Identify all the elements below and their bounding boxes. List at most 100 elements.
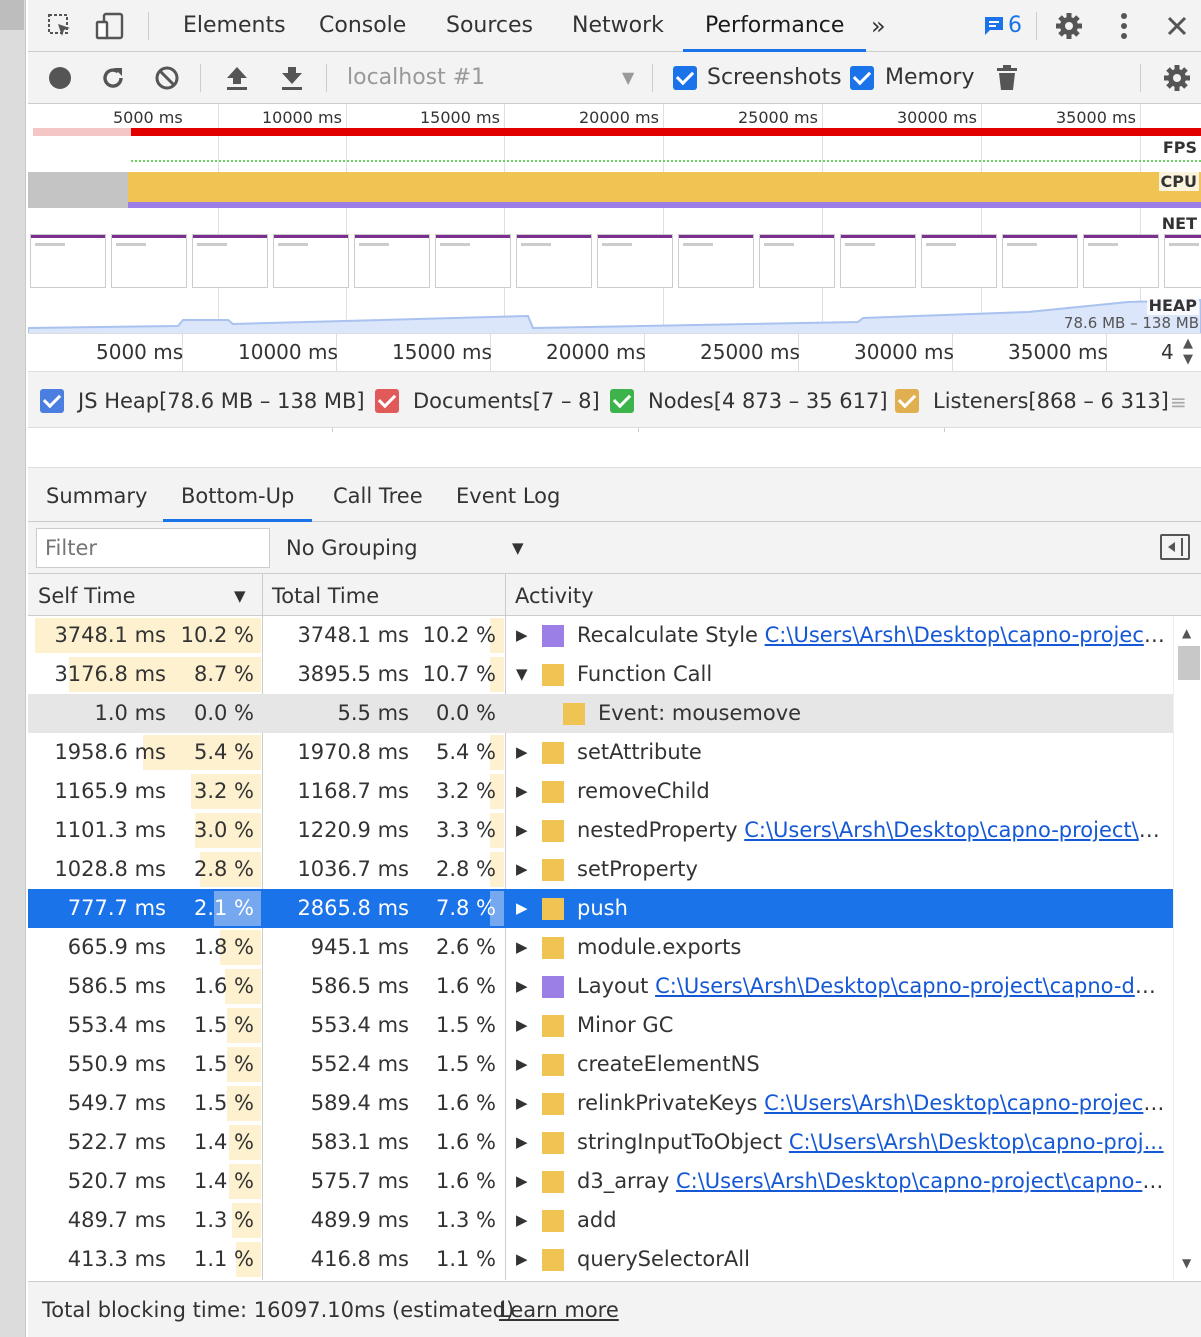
- settings-gear-icon[interactable]: [1053, 10, 1085, 42]
- source-link[interactable]: C:\Users\Arsh\Desktop\capno-project\capn…: [655, 974, 1165, 998]
- expand-right-icon[interactable]: ▶: [516, 1006, 528, 1045]
- garbage-collect-icon[interactable]: [991, 62, 1023, 94]
- table-row[interactable]: 1165.9 ms 3.2 % 1168.7 ms 3.2 % ▶ removeChild: [28, 772, 1173, 811]
- counter-documents[interactable]: Documents[7 – 8]: [375, 388, 600, 414]
- screenshot-thumbnail[interactable]: [1164, 234, 1201, 288]
- expand-right-icon[interactable]: ▶: [516, 1123, 528, 1162]
- screenshot-thumbnail[interactable]: [30, 234, 106, 288]
- js-heap-checkbox[interactable]: [40, 389, 64, 413]
- table-row[interactable]: 1101.3 ms 3.0 % 1220.9 ms 3.3 % ▶ nestedPrope…: [28, 811, 1173, 850]
- more-tabs-icon[interactable]: »: [871, 0, 886, 52]
- tab-elements[interactable]: Elements: [183, 0, 286, 52]
- chevron-down-icon[interactable]: ▼: [512, 522, 524, 574]
- table-row[interactable]: 1958.6 ms 5.4 % 1970.8 ms 5.4 % ▶ setAttribut…: [28, 733, 1173, 772]
- table-row[interactable]: 1028.8 ms 2.8 % 1036.7 ms 2.8 % ▶ setProperty: [28, 850, 1173, 889]
- expand-right-icon[interactable]: ▶: [516, 1240, 528, 1279]
- table-row[interactable]: 489.7 ms 1.3 % 489.9 ms 1.3 % ▶ add: [28, 1201, 1173, 1240]
- table-row[interactable]: 550.9 ms 1.5 % 552.4 ms 1.5 % ▶ createElement…: [28, 1045, 1173, 1084]
- table-row[interactable]: 1.0 ms 0.0 % 5.5 ms 0.0 % Event: mousemove: [28, 694, 1173, 733]
- screenshot-thumbnail[interactable]: [759, 234, 835, 288]
- table-row[interactable]: 3176.8 ms 8.7 % 3895.5 ms 10.7 % ▼ Function C…: [28, 655, 1173, 694]
- screenshot-thumbnail[interactable]: [678, 234, 754, 288]
- expand-right-icon[interactable]: ▶: [516, 1084, 528, 1123]
- more-options-icon[interactable]: [1108, 10, 1140, 42]
- memory-checkbox[interactable]: [850, 66, 874, 90]
- screenshot-thumbnail[interactable]: [354, 234, 430, 288]
- tab-console[interactable]: Console: [319, 0, 406, 52]
- counter-nodes[interactable]: Nodes[4 873 – 35 617]: [610, 388, 888, 414]
- learn-more-link[interactable]: Learn more: [499, 1298, 619, 1322]
- counter-js-heap[interactable]: JS Heap[78.6 MB – 138 MB]: [40, 388, 365, 414]
- timeline-overview[interactable]: 5000 ms 10000 ms 15000 ms 20000 ms 25000…: [28, 104, 1201, 334]
- documents-checkbox[interactable]: [375, 389, 399, 413]
- tab-summary[interactable]: Summary: [46, 468, 147, 522]
- filter-input[interactable]: [36, 528, 270, 568]
- column-total-time[interactable]: Total Time: [272, 574, 379, 616]
- tab-network[interactable]: Network: [572, 0, 664, 52]
- screenshot-thumbnail[interactable]: [1083, 234, 1159, 288]
- device-toolbar-icon[interactable]: [94, 10, 126, 42]
- clear-icon[interactable]: [151, 62, 183, 94]
- close-icon[interactable]: [1161, 10, 1193, 42]
- tab-event-log[interactable]: Event Log: [456, 468, 560, 522]
- tab-bottom-up[interactable]: Bottom-Up: [162, 468, 313, 522]
- screenshot-thumbnail[interactable]: [111, 234, 187, 288]
- scrollbar-thumb[interactable]: [1178, 646, 1200, 680]
- grouping-select[interactable]: No Grouping: [286, 522, 418, 574]
- expand-right-icon[interactable]: ▶: [516, 733, 528, 772]
- expand-right-icon[interactable]: ▶: [516, 1162, 528, 1201]
- issues-count[interactable]: 6: [1008, 0, 1022, 52]
- inspect-element-icon[interactable]: [44, 10, 76, 42]
- column-activity[interactable]: Activity: [515, 574, 594, 616]
- source-link[interactable]: C:\Users\Arsh\Desktop\capno-proj...: [789, 1130, 1164, 1154]
- screenshot-thumbnail[interactable]: [597, 234, 673, 288]
- screenshot-thumbnail[interactable]: [273, 234, 349, 288]
- table-row[interactable]: 665.9 ms 1.8 % 945.1 ms 2.6 % ▶ module.export…: [28, 928, 1173, 967]
- tab-performance[interactable]: Performance: [682, 0, 867, 52]
- expand-right-icon[interactable]: ▶: [516, 928, 528, 967]
- screenshot-thumbnail[interactable]: [840, 234, 916, 288]
- source-link[interactable]: C:\Users\Arsh\Desktop\capno-project\c...: [744, 818, 1165, 842]
- expand-right-icon[interactable]: ▶: [516, 850, 528, 889]
- drag-handle-icon[interactable]: ≡: [1170, 390, 1187, 414]
- reload-record-icon[interactable]: [97, 62, 129, 94]
- expand-down-icon[interactable]: ▼: [516, 655, 528, 694]
- table-row[interactable]: 520.7 ms 1.4 % 575.7 ms 1.6 % ▶ d3_array C:\U…: [28, 1162, 1173, 1201]
- expand-right-icon[interactable]: ▶: [516, 1045, 528, 1084]
- table-row[interactable]: 586.5 ms 1.6 % 586.5 ms 1.6 % ▶ Layout C:\Use…: [28, 967, 1173, 1006]
- table-row[interactable]: 3748.1 ms 10.2 % 3748.1 ms 10.2 % ▶ Recalcula…: [28, 616, 1173, 655]
- table-row[interactable]: 549.7 ms 1.5 % 589.4 ms 1.6 % ▶ relinkPrivate…: [28, 1084, 1173, 1123]
- table-row[interactable]: 413.3 ms 1.1 % 416.8 ms 1.1 % ▶ querySelector…: [28, 1240, 1173, 1279]
- capture-settings-gear-icon[interactable]: [1161, 62, 1193, 94]
- toggle-sidebar-icon[interactable]: [1160, 534, 1190, 560]
- chevron-down-icon[interactable]: ▼: [622, 52, 634, 104]
- source-link[interactable]: C:\Users\Arsh\Desktop\capno-project\...: [764, 1091, 1165, 1115]
- expand-right-icon[interactable]: ▶: [516, 967, 528, 1006]
- download-icon[interactable]: [276, 62, 308, 94]
- screenshot-thumbnail[interactable]: [921, 234, 997, 288]
- screenshot-thumbnail[interactable]: [435, 234, 511, 288]
- scroll-down-icon[interactable]: ▼: [1182, 1256, 1191, 1270]
- counter-listeners[interactable]: Listeners[868 – 6 313]: [895, 388, 1169, 414]
- expand-right-icon[interactable]: ▶: [516, 889, 528, 928]
- listeners-checkbox[interactable]: [895, 389, 919, 413]
- table-scrollbar[interactable]: ▲ ▼: [1173, 616, 1201, 1280]
- screenshot-thumbnail[interactable]: [516, 234, 592, 288]
- expand-right-icon[interactable]: ▶: [516, 616, 528, 655]
- screenshots-checkbox[interactable]: [673, 66, 697, 90]
- expand-right-icon[interactable]: ▶: [516, 772, 528, 811]
- expand-right-icon[interactable]: ▶: [516, 811, 528, 850]
- sort-desc-icon[interactable]: ▼: [234, 574, 246, 616]
- tab-sources[interactable]: Sources: [446, 0, 533, 52]
- target-select[interactable]: localhost #1: [347, 52, 485, 104]
- upload-icon[interactable]: [221, 62, 253, 94]
- screenshot-thumbnail[interactable]: [1002, 234, 1078, 288]
- expand-right-icon[interactable]: ▶: [516, 1201, 528, 1240]
- tab-call-tree[interactable]: Call Tree: [333, 468, 423, 522]
- source-link[interactable]: C:\Users\Arsh\Desktop\capno-project\...: [765, 623, 1165, 647]
- issues-icon[interactable]: [978, 10, 1010, 42]
- table-row[interactable]: 522.7 ms 1.4 % 583.1 ms 1.6 % ▶ stringInputTo…: [28, 1123, 1173, 1162]
- nodes-checkbox[interactable]: [610, 389, 634, 413]
- ruler-scroll-arrows-icon[interactable]: ▲ ▼: [1183, 336, 1193, 368]
- screenshot-thumbnail[interactable]: [192, 234, 268, 288]
